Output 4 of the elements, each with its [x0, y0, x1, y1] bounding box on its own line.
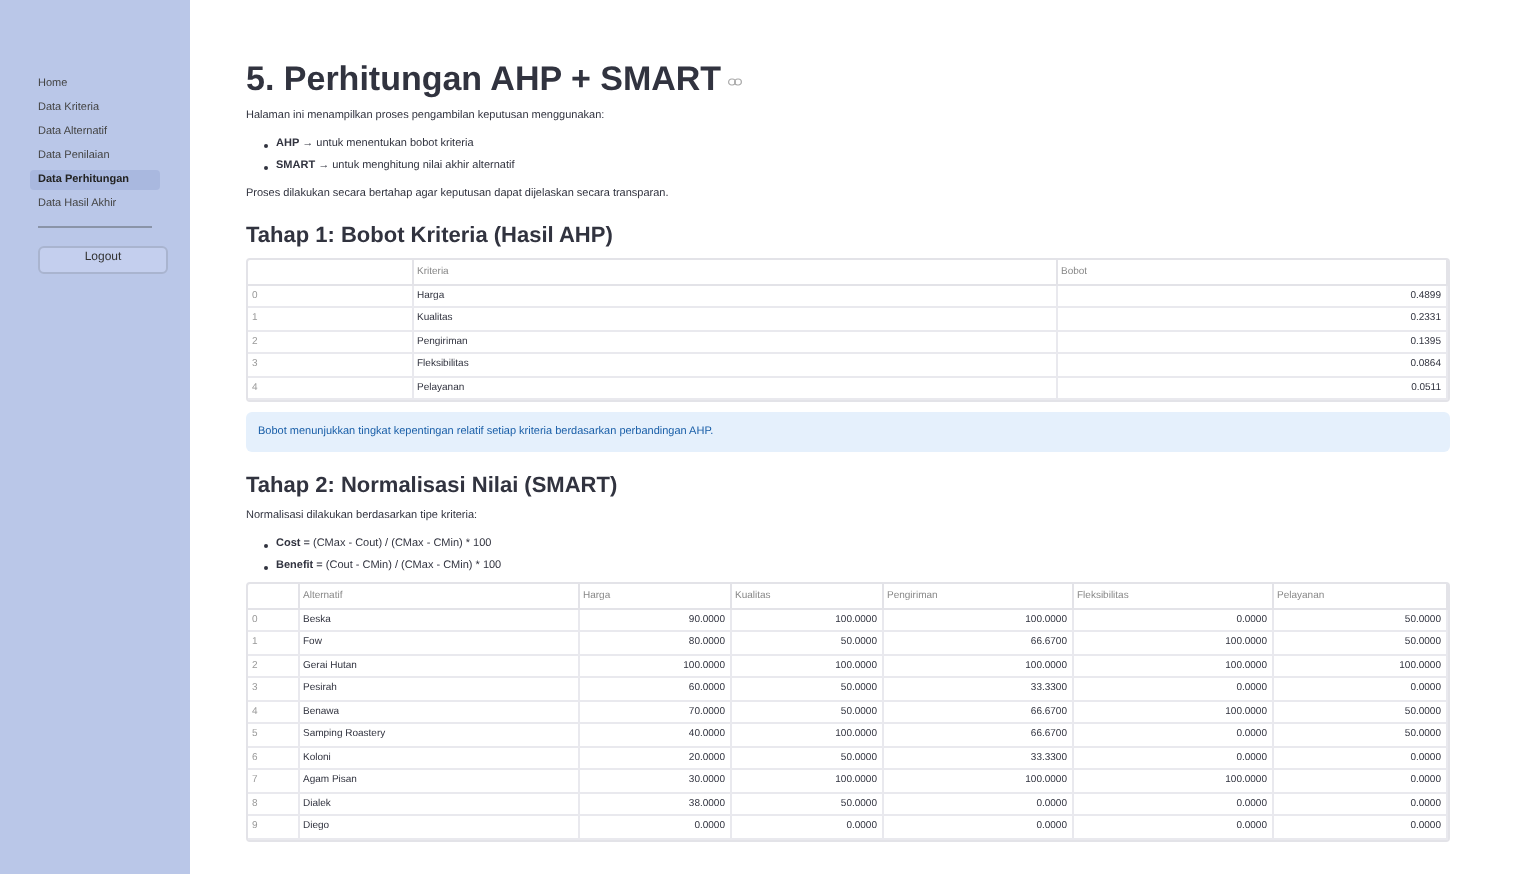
section-heading: Tahap 1: Bobot Kriteria (Hasil AHP): [246, 224, 615, 250]
link-icon[interactable]: [727, 78, 742, 86]
page-title: 5. Perhitungan AHP + SMART: [246, 60, 722, 98]
section-heading: Tahap 2: Normalisasi Nilai (SMART): [246, 474, 620, 500]
